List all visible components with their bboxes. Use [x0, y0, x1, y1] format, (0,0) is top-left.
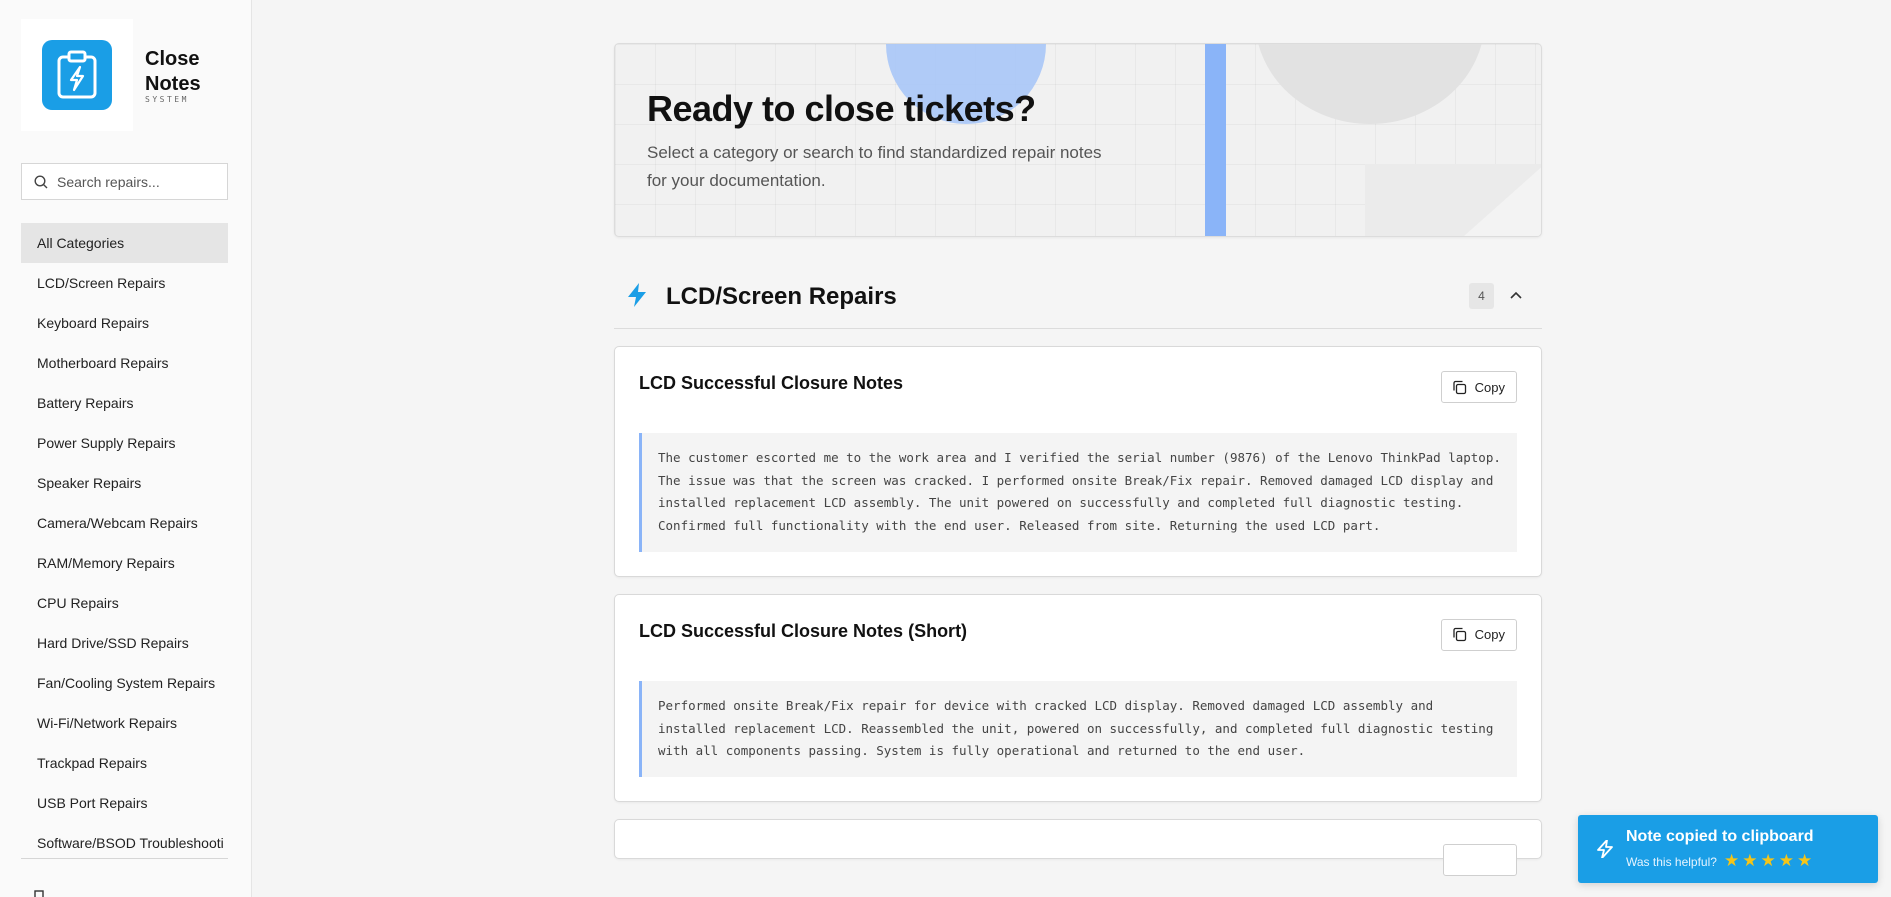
chevron-up-icon[interactable]	[1507, 287, 1525, 305]
hero-subtitle: Select a category or search to find stan…	[647, 143, 1102, 190]
sidebar: Close Notes SYSTEM All Categories LCD/Sc…	[0, 0, 252, 897]
copy-button[interactable]: Copy	[1440, 618, 1517, 651]
note-title: LCD Successful Closure Notes (Short)	[639, 620, 968, 641]
bolt-icon	[1597, 840, 1613, 858]
copy-button[interactable]: Copy	[1440, 371, 1517, 403]
sidebar-item-keyboard[interactable]: Keyboard Repairs	[21, 303, 228, 343]
copy-icon	[1452, 628, 1466, 642]
copy-icon	[1452, 380, 1466, 394]
note-title: LCD Successful Closure Notes	[639, 373, 904, 393]
sidebar-item-lcd-screen[interactable]: LCD/Screen Repairs	[21, 263, 228, 303]
star-icon[interactable]: ★	[1724, 852, 1739, 870]
sidebar-item-trackpad[interactable]: Trackpad Repairs	[21, 743, 228, 783]
toast-notification: Note copied to clipboard Was this helpfu…	[1578, 815, 1878, 883]
search-input[interactable]	[57, 173, 217, 190]
sidebar-item-wifi-network[interactable]: Wi-Fi/Network Repairs	[21, 703, 228, 743]
sidebar-item-ram-memory[interactable]: RAM/Memory Repairs	[21, 543, 228, 583]
count-badge: 4	[1469, 283, 1494, 309]
sidebar-item-usb-port[interactable]: USB Port Repairs	[21, 783, 228, 823]
sidebar-item-all-categories[interactable]: All Categories	[21, 223, 228, 263]
main-content: Ready to close tickets? Select a categor…	[614, 43, 1542, 876]
copy-button[interactable]	[1443, 843, 1517, 876]
brand-name-line2: Notes	[145, 73, 201, 95]
star-icon[interactable]: ★	[1797, 852, 1812, 870]
clipboard-bolt-icon	[42, 40, 112, 110]
category-nav: All Categories LCD/Screen Repairs Keyboa…	[21, 223, 228, 863]
copy-button-label: Copy	[1474, 627, 1505, 643]
sidebar-item-battery[interactable]: Battery Repairs	[21, 383, 228, 423]
bolt-icon	[628, 283, 646, 307]
note-card: LCD Successful Closure Notes Copy The cu…	[614, 346, 1542, 577]
hero-decor-bar	[1205, 44, 1226, 236]
sidebar-item-fan-cooling[interactable]: Fan/Cooling System Repairs	[21, 663, 228, 703]
search-box[interactable]	[21, 163, 228, 200]
brand-name-line1: Close	[145, 48, 200, 70]
footer-icon[interactable]	[34, 890, 44, 897]
search-icon	[34, 174, 48, 188]
sidebar-item-camera-webcam[interactable]: Camera/Webcam Repairs	[21, 503, 228, 543]
hero-title: Ready to close tickets?	[647, 88, 1036, 129]
rating-stars: ★ ★ ★ ★ ★	[1724, 852, 1812, 870]
star-icon[interactable]: ★	[1761, 852, 1776, 870]
sidebar-item-power-supply[interactable]: Power Supply Repairs	[21, 423, 228, 463]
star-icon[interactable]: ★	[1742, 852, 1757, 870]
sidebar-item-software-bsod[interactable]: Software/BSOD Troubleshooti	[21, 823, 228, 863]
sidebar-item-motherboard[interactable]: Motherboard Repairs	[21, 343, 228, 383]
toast-title: Note copied to clipboard	[1626, 828, 1814, 845]
note-body: Performed onsite Break/Fix repair for de…	[639, 680, 1517, 777]
section-title: LCD/Screen Repairs	[666, 283, 897, 310]
hero-banner: Ready to close tickets? Select a categor…	[614, 43, 1542, 237]
toast-prompt: Was this helpful?	[1626, 855, 1717, 869]
sidebar-divider	[21, 858, 228, 859]
star-icon[interactable]: ★	[1779, 852, 1794, 870]
hero-decor-triangle	[1455, 164, 1541, 236]
section-header: LCD/Screen Repairs 4	[614, 237, 1542, 329]
note-card-partial	[614, 818, 1542, 876]
brand-logo[interactable]	[21, 19, 133, 131]
note-card: LCD Successful Closure Notes (Short) Cop…	[614, 593, 1542, 802]
sidebar-item-hard-drive-ssd[interactable]: Hard Drive/SSD Repairs	[21, 623, 228, 663]
sidebar-item-speaker[interactable]: Speaker Repairs	[21, 463, 228, 503]
note-body: The customer escorted me to the work are…	[639, 433, 1517, 552]
sidebar-item-cpu[interactable]: CPU Repairs	[21, 583, 228, 623]
brand-text: Close Notes SYSTEM	[145, 47, 201, 104]
copy-button-label: Copy	[1474, 379, 1505, 395]
